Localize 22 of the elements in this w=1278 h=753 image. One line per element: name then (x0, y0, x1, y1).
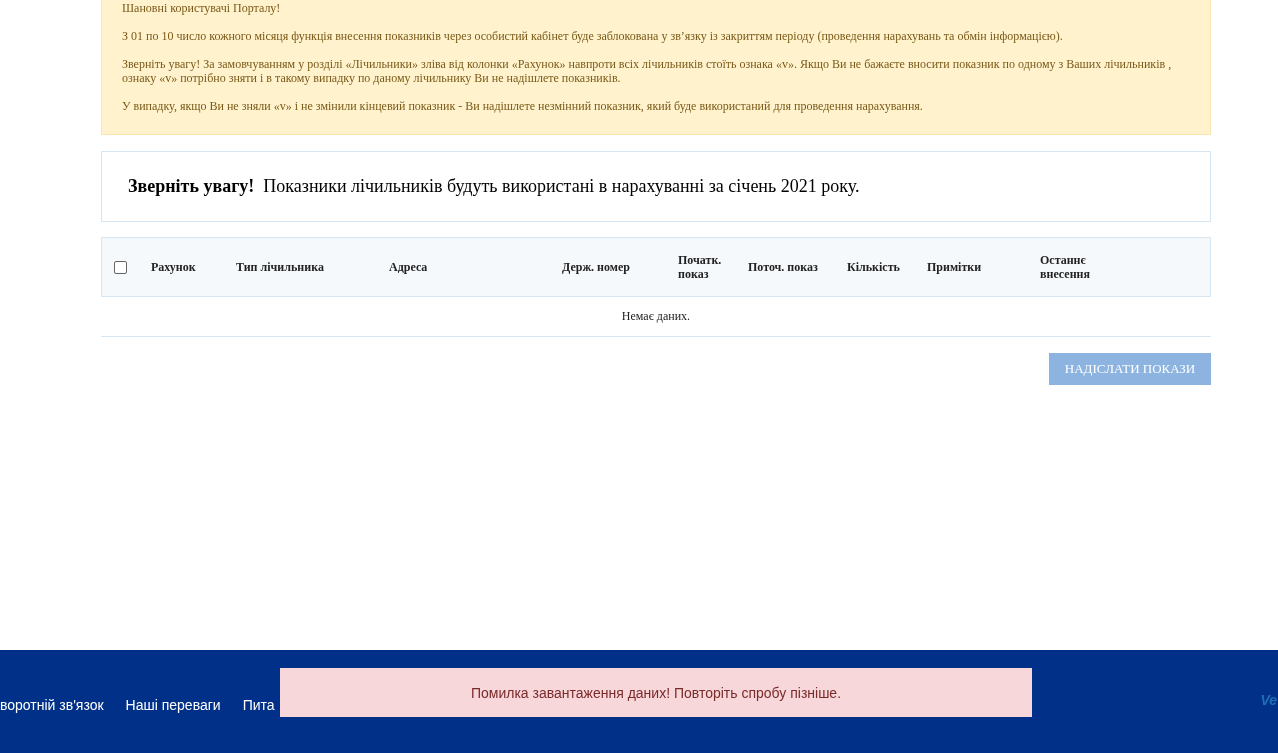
select-all-checkbox[interactable] (114, 260, 127, 274)
footer-link[interactable]: Наші переваги (125, 697, 221, 713)
notice-text: З 01 по 10 число кожного місяця функція внесення показників через особистий кабінет буде заблокована у зв’язку із закриттям періоду (проведення нарахувань та обмін інформацією). (122, 29, 1064, 43)
column-header: Початк. показ (678, 253, 722, 281)
column-header: Рахунок (151, 260, 196, 274)
logo: Ve (1260, 692, 1277, 708)
empty-message: Немає даних. (621, 309, 691, 324)
footer-link[interactable]: воротній зв'язок (0, 697, 104, 713)
notice-text: Зверніть увагу! За замовчуванням у розділі «Лічильники» зліва від колонки «Рахунок» навпроти всіх лічильників стоїть ознака «v». Якщо Ви не бажаєте вносити показник по одному з Ваших лічильників , (122, 57, 1173, 71)
notice-text: Шановні користувачі Порталу! (122, 1, 282, 15)
attention-text: Зверніть увагу! Показники лічильників будуть використані в нарахуванні за січень 2021 року. (128, 176, 860, 197)
column-header: Останнє внесення (1040, 253, 1090, 281)
column-header: Адреса (389, 260, 428, 274)
error-message: Помилка завантаження даних! Повторіть спробу пізніше. (470, 684, 842, 701)
column-header: Тип лічильника (236, 260, 324, 274)
column-header: Поточ. показ (748, 260, 818, 274)
column-header: Примітки (927, 260, 982, 274)
footer-link[interactable]: Пита (242, 697, 275, 713)
column-header: Держ. номер (562, 260, 630, 274)
notice-text: У випадку, якщо Ви не зняли «v» і не змінили кінцевий показник - Ви надішлете незмінний показник, який буде використаний для проведення нарахування. (122, 99, 924, 113)
column-header: Кількість (847, 260, 900, 274)
notice-text: ознаку «v» потрібно зняти і в такому випадку по даному лічильнику Ви не надішлете показників. (122, 71, 622, 85)
